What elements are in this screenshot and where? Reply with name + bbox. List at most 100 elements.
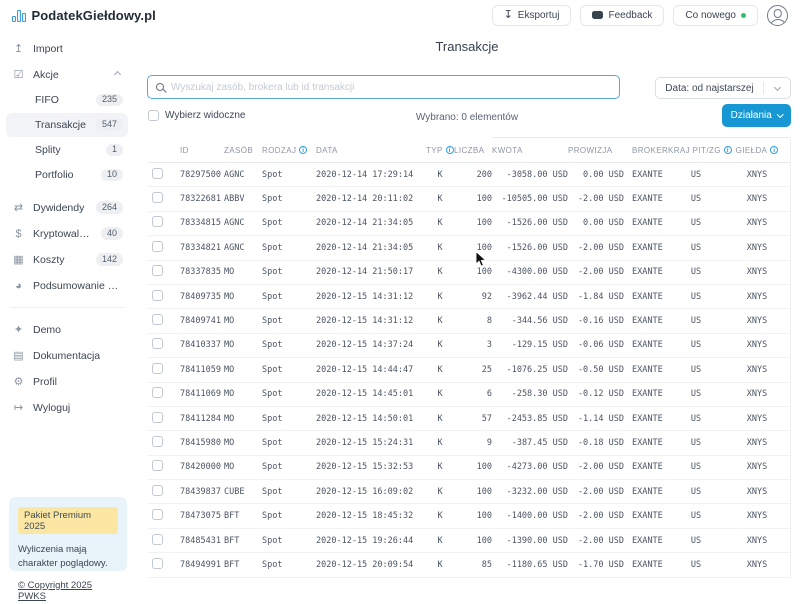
column-header-typ[interactable]: TYPi — [426, 146, 454, 155]
row-checkbox[interactable] — [152, 338, 163, 349]
cell-data: 2020-12-14 21:34:05 — [314, 218, 426, 228]
sidebar-item-podsumowanie-pit-38[interactable]: ◕Podsumowanie PIT-38 — [6, 273, 128, 298]
cell-liczba: 85 — [454, 560, 492, 570]
cell-zas-b: MO — [224, 267, 262, 277]
cell-rodzaj: Spot — [262, 462, 314, 472]
row-checkbox[interactable] — [152, 314, 163, 325]
column-header-label: KWOTA — [492, 146, 523, 155]
sidebar-item-splity[interactable]: Splity1 — [6, 138, 128, 162]
search-input[interactable] — [171, 82, 611, 93]
info-icon[interactable]: i — [770, 146, 778, 154]
row-checkbox[interactable] — [152, 265, 163, 276]
table-row: 78473075BFTSpot2020-12-15 18:45:32K100-1… — [148, 504, 790, 528]
sidebar-item-wyloguj[interactable]: ↦Wyloguj — [6, 395, 128, 420]
sidebar-item-fifo[interactable]: FIFO235 — [6, 88, 128, 112]
actions-button[interactable]: Działania — [722, 104, 791, 127]
cell-zas-b: AGNC — [224, 218, 262, 228]
topbar-actions: ↧ Eksportuj Feedback Co nowego — [492, 5, 788, 26]
sort-dropdown[interactable]: Data: od najstarszej — [655, 77, 791, 99]
cell-kwota: -129.15 USD — [492, 340, 568, 350]
row-checkbox[interactable] — [152, 436, 163, 447]
row-checkbox[interactable] — [152, 168, 163, 179]
app-logo[interactable]: PodatekGiełdowy.pl — [12, 8, 156, 23]
transactions-table: IDZASÓB RODZAJiDATATYPiLICZBAKWOTA PROWIZJ… — [148, 138, 790, 578]
sidebar-item-import[interactable]: ↥Import — [6, 36, 128, 61]
table-row: 78411059MOSpot2020-12-15 14:44:47K25-107… — [148, 358, 790, 382]
sidebar-item-transakcje[interactable]: Transakcje547 — [6, 113, 128, 137]
table-row: 78439837CUBESpot2020-12-15 16:09:02K100-… — [148, 480, 790, 504]
info-icon[interactable]: i — [446, 146, 454, 154]
row-checkbox[interactable] — [152, 192, 163, 203]
column-header-broker[interactable]: BROKER — [624, 146, 668, 155]
table-row: 78411284MOSpot2020-12-15 14:50:01K57-245… — [148, 407, 790, 431]
sidebar-item-profil[interactable]: ⚙Profil — [6, 369, 128, 394]
cell-broker: EXANTE — [624, 511, 668, 521]
column-header-gie-da[interactable]: GIEŁDAi — [724, 146, 790, 155]
cell-typ: K — [426, 560, 454, 570]
sidebar-item-koszty[interactable]: ▦Koszty142 — [6, 247, 128, 272]
row-checkbox-cell — [148, 534, 178, 548]
export-button[interactable]: ↧ Eksportuj — [492, 5, 572, 26]
table-row: 78494991BFTSpot2020-12-15 20:09:54K85-11… — [148, 553, 790, 577]
column-header-rodzaj[interactable]: RODZAJi — [262, 146, 314, 155]
cell-prowizja: 0.00 USD — [568, 218, 624, 228]
column-header-kraj-pit-zg[interactable]: KRAJ PIT/ZGi — [668, 146, 724, 155]
sidebar-divider — [10, 307, 124, 308]
sidebar-item-portfolio[interactable]: Portfolio10 — [6, 163, 128, 187]
cell-data: 2020-12-14 21:50:17 — [314, 267, 426, 277]
row-checkbox[interactable] — [152, 363, 163, 374]
row-checkbox[interactable] — [152, 412, 163, 423]
user-avatar[interactable] — [767, 5, 788, 26]
cell-kraj-pit-zg: US — [668, 560, 724, 570]
cell-broker: EXANTE — [624, 365, 668, 375]
column-header-kwota[interactable]: KWOTA — [492, 146, 568, 155]
bar-chart-logo-icon — [12, 9, 26, 22]
column-header-label: ZASÓB — [224, 146, 253, 155]
column-header-id[interactable]: ID — [178, 146, 224, 155]
column-header-liczba[interactable]: LICZBA — [454, 146, 492, 155]
sidebar-item-kryptowaluty[interactable]: $Kryptowaluty40 — [6, 221, 128, 246]
info-icon[interactable]: i — [299, 146, 307, 154]
column-header-prowizja[interactable]: PROWIZJA — [568, 146, 624, 155]
row-checkbox[interactable] — [152, 216, 163, 227]
cell-id: 78473075 — [178, 511, 224, 521]
copyright-link[interactable]: © Copyright 2025 PWKS — [18, 580, 118, 602]
cell-data: 2020-12-14 20:11:02 — [314, 194, 426, 204]
cell-gie-da: XNYS — [724, 438, 790, 448]
cell-liczba: 100 — [454, 487, 492, 497]
row-checkbox[interactable] — [152, 558, 163, 569]
cell-data: 2020-12-14 17:29:14 — [314, 170, 426, 180]
column-header-data[interactable]: DATA — [314, 146, 426, 155]
cell-zas-b: BFT — [224, 560, 262, 570]
cell-zas-b: MO — [224, 340, 262, 350]
cell-zas-b: MO — [224, 414, 262, 424]
download-icon: ↧ — [504, 10, 513, 21]
cell-id: 78439837 — [178, 487, 224, 497]
cell-kwota: -1526.00 USD — [492, 243, 568, 253]
row-checkbox[interactable] — [152, 534, 163, 545]
row-checkbox[interactable] — [152, 387, 163, 398]
table-row: 78485431BFTSpot2020-12-15 19:26:44K100-1… — [148, 529, 790, 553]
whats-new-button[interactable]: Co nowego — [673, 5, 758, 26]
cell-id: 78409735 — [178, 292, 224, 302]
cell-kwota: -3058.00 USD — [492, 170, 568, 180]
sidebar-item-label: Transakcje — [35, 119, 86, 131]
sidebar-item-dywidendy[interactable]: ⇄Dywidendy264 — [6, 195, 128, 220]
cell-gie-da: XNYS — [724, 243, 790, 253]
cell-kwota: -3962.44 USD — [492, 292, 568, 302]
cell-zas-b: AGNC — [224, 170, 262, 180]
row-checkbox[interactable] — [152, 485, 163, 496]
row-checkbox[interactable] — [152, 509, 163, 520]
speech-bubble-icon — [592, 11, 603, 19]
row-checkbox[interactable] — [152, 290, 163, 301]
sidebar-item-dokumentacja[interactable]: ▤Dokumentacja — [6, 343, 128, 368]
sidebar-item-demo[interactable]: ✦Demo — [6, 317, 128, 342]
sidebar-nav: ↥Import☑AkcjeFIFO235Transakcje547Splity1… — [0, 36, 134, 420]
column-header-zas-b[interactable]: ZASÓB — [224, 146, 262, 155]
cell-typ: K — [426, 194, 454, 204]
row-checkbox-cell — [148, 290, 178, 304]
row-checkbox[interactable] — [152, 460, 163, 471]
feedback-button[interactable]: Feedback — [580, 5, 664, 26]
sidebar-item-akcje[interactable]: ☑Akcje — [6, 62, 128, 87]
row-checkbox[interactable] — [152, 241, 163, 252]
